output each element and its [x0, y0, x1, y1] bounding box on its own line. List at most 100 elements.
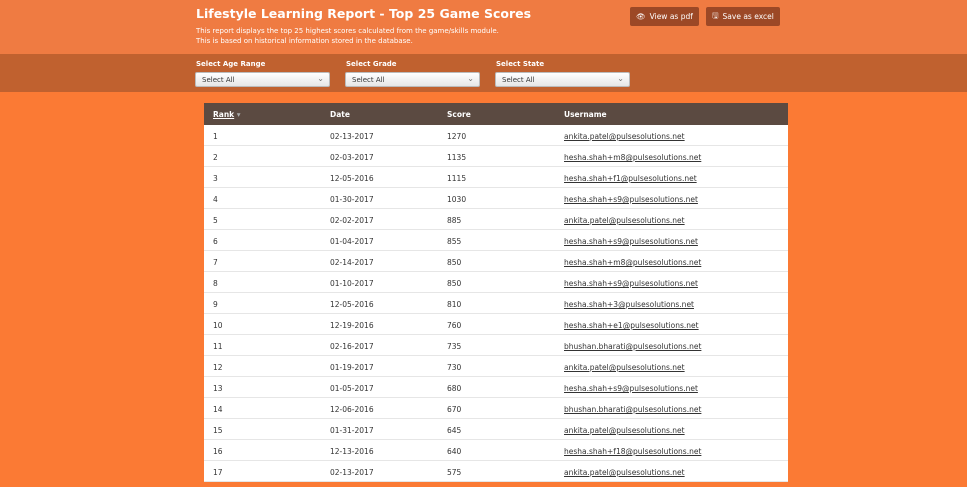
- username-cell: ankita.patel@pulsesolutions.net: [564, 216, 685, 225]
- username-link[interactable]: hesha.shah+s9@pulsesolutions.net: [564, 279, 698, 288]
- view-pdf-button[interactable]: 👁 View as pdf: [630, 7, 699, 26]
- score-cell: 810: [447, 300, 462, 309]
- table-body: 1 02-13-2017 1270 ankita.patel@pulsesolutio…: [204, 125, 788, 482]
- score-cell: 760: [447, 321, 462, 330]
- scores-table: Rank ▾ Date Score Username 1 02-13-2017 12…: [204, 103, 788, 482]
- score-cell: 1030: [447, 195, 467, 204]
- username-link[interactable]: hesha.shah+f1@pulsesolutions.net: [564, 174, 697, 183]
- date-cell: 02-13-2017: [330, 132, 374, 141]
- username-cell: hesha.shah+m8@pulsesolutions.net: [564, 258, 701, 267]
- sort-down-icon: ▾: [236, 110, 241, 119]
- username-cell: hesha.shah+e1@pulsesolutions.net: [564, 321, 699, 330]
- username-link[interactable]: hesha.shah+e1@pulsesolutions.net: [564, 321, 699, 330]
- score-cell: 850: [447, 279, 462, 288]
- rank-cell: 15: [213, 426, 223, 435]
- grade-select[interactable]: Select All ⌄: [345, 72, 480, 87]
- date-cell: 12-05-2016: [330, 300, 374, 309]
- score-cell: 1270: [447, 132, 467, 141]
- rank-cell: 12: [213, 363, 223, 372]
- age-range-select[interactable]: Select All ⌄: [195, 72, 330, 87]
- chevron-down-icon: ⌄: [317, 74, 324, 83]
- username-link[interactable]: bhushan.bharati@pulsesolutions.net: [564, 342, 701, 351]
- username-link[interactable]: hesha.shah+s9@pulsesolutions.net: [564, 384, 698, 393]
- username-cell: ankita.patel@pulsesolutions.net: [564, 363, 685, 372]
- rank-cell: 13: [213, 384, 223, 393]
- date-cell: 01-04-2017: [330, 237, 374, 246]
- date-cell: 01-19-2017: [330, 363, 374, 372]
- table-row: 8 01-10-2017 850 hesha.shah+s9@pulsesolutio…: [204, 272, 788, 293]
- rank-column-header[interactable]: Rank ▾: [213, 110, 241, 119]
- username-cell: hesha.shah+f1@pulsesolutions.net: [564, 174, 697, 183]
- page-title: Lifestyle Learning Report - Top 25 Game …: [196, 6, 532, 21]
- username-column-header: Username: [564, 110, 607, 119]
- username-cell: hesha.shah+s9@pulsesolutions.net: [564, 195, 698, 204]
- date-cell: 02-14-2017: [330, 258, 374, 267]
- rank-cell: 11: [213, 342, 223, 351]
- username-link[interactable]: ankita.patel@pulsesolutions.net: [564, 363, 685, 372]
- rank-cell: 10: [213, 321, 223, 330]
- score-cell: 1135: [447, 153, 467, 162]
- username-cell: ankita.patel@pulsesolutions.net: [564, 132, 685, 141]
- rank-cell: 16: [213, 447, 223, 456]
- date-cell: 01-30-2017: [330, 195, 374, 204]
- score-cell: 735: [447, 342, 462, 351]
- username-link[interactable]: ankita.patel@pulsesolutions.net: [564, 132, 685, 141]
- table-row: 3 12-05-2016 1115 hesha.shah+f1@pulsesoluti…: [204, 167, 788, 188]
- date-cell: 01-10-2017: [330, 279, 374, 288]
- save-excel-button[interactable]: 🖫 Save as excel: [706, 7, 780, 26]
- username-cell: bhushan.bharati@pulsesolutions.net: [564, 342, 701, 351]
- state-label: Select State: [496, 60, 545, 68]
- table-row: 17 02-13-2017 575 ankita.patel@pulsesolutio…: [204, 461, 788, 482]
- chevron-down-icon: ⌄: [617, 74, 624, 83]
- username-cell: bhushan.bharati@pulsesolutions.net: [564, 405, 701, 414]
- age-range-label: Select Age Range: [196, 60, 266, 68]
- rank-cell: 9: [213, 300, 218, 309]
- table-row: 1 02-13-2017 1270 ankita.patel@pulsesolutio…: [204, 125, 788, 146]
- username-link[interactable]: hesha.shah+f18@pulsesolutions.net: [564, 447, 701, 456]
- username-link[interactable]: bhushan.bharati@pulsesolutions.net: [564, 405, 701, 414]
- table-row: 11 02-16-2017 735 bhushan.bharati@pulsesolu…: [204, 335, 788, 356]
- table-row: 4 01-30-2017 1030 hesha.shah+s9@pulsesoluti…: [204, 188, 788, 209]
- score-cell: 640: [447, 447, 462, 456]
- rank-cell: 2: [213, 153, 218, 162]
- table-row: 10 12-19-2016 760 hesha.shah+e1@pulsesoluti…: [204, 314, 788, 335]
- rank-cell: 5: [213, 216, 218, 225]
- score-cell: 680: [447, 384, 462, 393]
- username-cell: ankita.patel@pulsesolutions.net: [564, 468, 685, 477]
- table-row: 15 01-31-2017 645 ankita.patel@pulsesolutio…: [204, 419, 788, 440]
- chevron-down-icon: ⌄: [467, 74, 474, 83]
- username-link[interactable]: hesha.shah+m8@pulsesolutions.net: [564, 153, 701, 162]
- table-row: 16 12-13-2016 640 hesha.shah+f18@pulsesolut…: [204, 440, 788, 461]
- save-icon: 🖫: [712, 11, 719, 20]
- username-cell: hesha.shah+m8@pulsesolutions.net: [564, 153, 701, 162]
- table-row: 13 01-05-2017 680 hesha.shah+s9@pulsesoluti…: [204, 377, 788, 398]
- table-header: Rank ▾ Date Score Username: [204, 103, 788, 125]
- username-cell: hesha.shah+s9@pulsesolutions.net: [564, 279, 698, 288]
- date-cell: 12-13-2016: [330, 447, 374, 456]
- table-row: 9 12-05-2016 810 hesha.shah+3@pulsesolution…: [204, 293, 788, 314]
- score-cell: 850: [447, 258, 462, 267]
- rank-cell: 4: [213, 195, 218, 204]
- username-link[interactable]: hesha.shah+m8@pulsesolutions.net: [564, 258, 701, 267]
- report-header: Lifestyle Learning Report - Top 25 Game …: [0, 0, 967, 54]
- state-select[interactable]: Select All ⌄: [495, 72, 630, 87]
- username-cell: hesha.shah+f18@pulsesolutions.net: [564, 447, 701, 456]
- date-cell: 01-05-2017: [330, 384, 374, 393]
- date-cell: 12-19-2016: [330, 321, 374, 330]
- score-cell: 1115: [447, 174, 467, 183]
- username-link[interactable]: ankita.patel@pulsesolutions.net: [564, 216, 685, 225]
- username-link[interactable]: hesha.shah+s9@pulsesolutions.net: [564, 237, 698, 246]
- eye-icon: 👁: [636, 12, 646, 21]
- username-link[interactable]: hesha.shah+s9@pulsesolutions.net: [564, 195, 698, 204]
- date-cell: 02-13-2017: [330, 468, 374, 477]
- rank-cell: 8: [213, 279, 218, 288]
- username-cell: ankita.patel@pulsesolutions.net: [564, 426, 685, 435]
- username-link[interactable]: hesha.shah+3@pulsesolutions.net: [564, 300, 694, 309]
- username-link[interactable]: ankita.patel@pulsesolutions.net: [564, 468, 685, 477]
- rank-cell: 1: [213, 132, 218, 141]
- score-cell: 885: [447, 216, 462, 225]
- username-link[interactable]: ankita.patel@pulsesolutions.net: [564, 426, 685, 435]
- rank-cell: 6: [213, 237, 218, 246]
- date-cell: 01-31-2017: [330, 426, 374, 435]
- score-cell: 645: [447, 426, 462, 435]
